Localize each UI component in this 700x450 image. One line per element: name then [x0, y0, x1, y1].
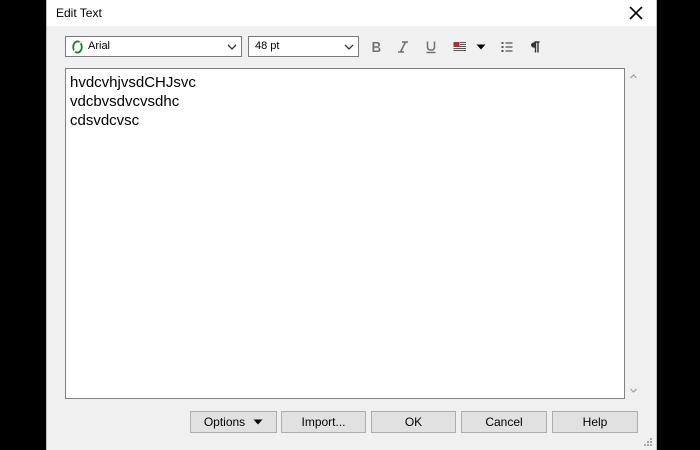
- underline-button[interactable]: [421, 37, 441, 57]
- italic-button[interactable]: [393, 37, 413, 57]
- dialog-title: Edit Text: [56, 6, 102, 20]
- text-color-dropdown[interactable]: [474, 37, 488, 57]
- help-button[interactable]: Help: [552, 411, 638, 433]
- formatting-toolbar: Arial 48 pt: [65, 36, 645, 58]
- options-label: Options: [203, 415, 246, 429]
- text-editor[interactable]: hvdcvhjvsdCHJsvc vdcbvsdvcvsdhc cdsvdcvs…: [65, 68, 625, 399]
- dropdown-arrow-icon: [253, 419, 263, 425]
- ok-button[interactable]: OK: [371, 411, 456, 433]
- options-button[interactable]: Options: [190, 411, 277, 433]
- scroll-up-icon[interactable]: [629, 72, 638, 81]
- close-button[interactable]: [622, 1, 650, 25]
- help-label: Help: [582, 415, 608, 429]
- paragraph-button[interactable]: [525, 37, 545, 57]
- ok-label: OK: [404, 415, 423, 429]
- font-size-value: 48 pt: [255, 40, 280, 52]
- underline-icon: [426, 41, 436, 54]
- font-name-value: Arial: [88, 40, 111, 52]
- text-color-button[interactable]: [449, 37, 471, 57]
- paragraph-icon: [531, 41, 540, 53]
- import-label: Import...: [301, 415, 346, 429]
- bold-button[interactable]: [366, 37, 386, 57]
- close-icon: [629, 6, 643, 20]
- bullet-list-button[interactable]: [497, 37, 517, 57]
- cancel-button[interactable]: Cancel: [461, 411, 547, 433]
- bullet-list-icon: [501, 42, 513, 52]
- chevron-down-icon: [344, 44, 354, 50]
- opentype-font-icon: [72, 40, 83, 54]
- edit-text-dialog: Edit Text Arial 48 pt hvdcvhjvsdCHJsvc v…: [46, 0, 657, 450]
- chevron-down-icon: [227, 44, 237, 50]
- scroll-down-icon[interactable]: [629, 386, 638, 395]
- vertical-scrollbar[interactable]: [625, 68, 642, 399]
- resize-grip-icon[interactable]: [643, 437, 653, 447]
- dropdown-arrow-icon: [476, 44, 486, 50]
- title-bar: Edit Text: [47, 0, 656, 26]
- italic-icon: [398, 41, 408, 53]
- editor-text: hvdcvhjvsdCHJsvc vdcbvsdvcvsdhc cdsvdcvs…: [70, 74, 196, 129]
- font-name-combo[interactable]: Arial: [65, 36, 242, 57]
- import-button[interactable]: Import...: [281, 411, 366, 433]
- bold-icon: [372, 42, 381, 52]
- cancel-label: Cancel: [485, 415, 523, 429]
- font-size-combo[interactable]: 48 pt: [248, 36, 359, 57]
- text-color-icon: [453, 42, 466, 51]
